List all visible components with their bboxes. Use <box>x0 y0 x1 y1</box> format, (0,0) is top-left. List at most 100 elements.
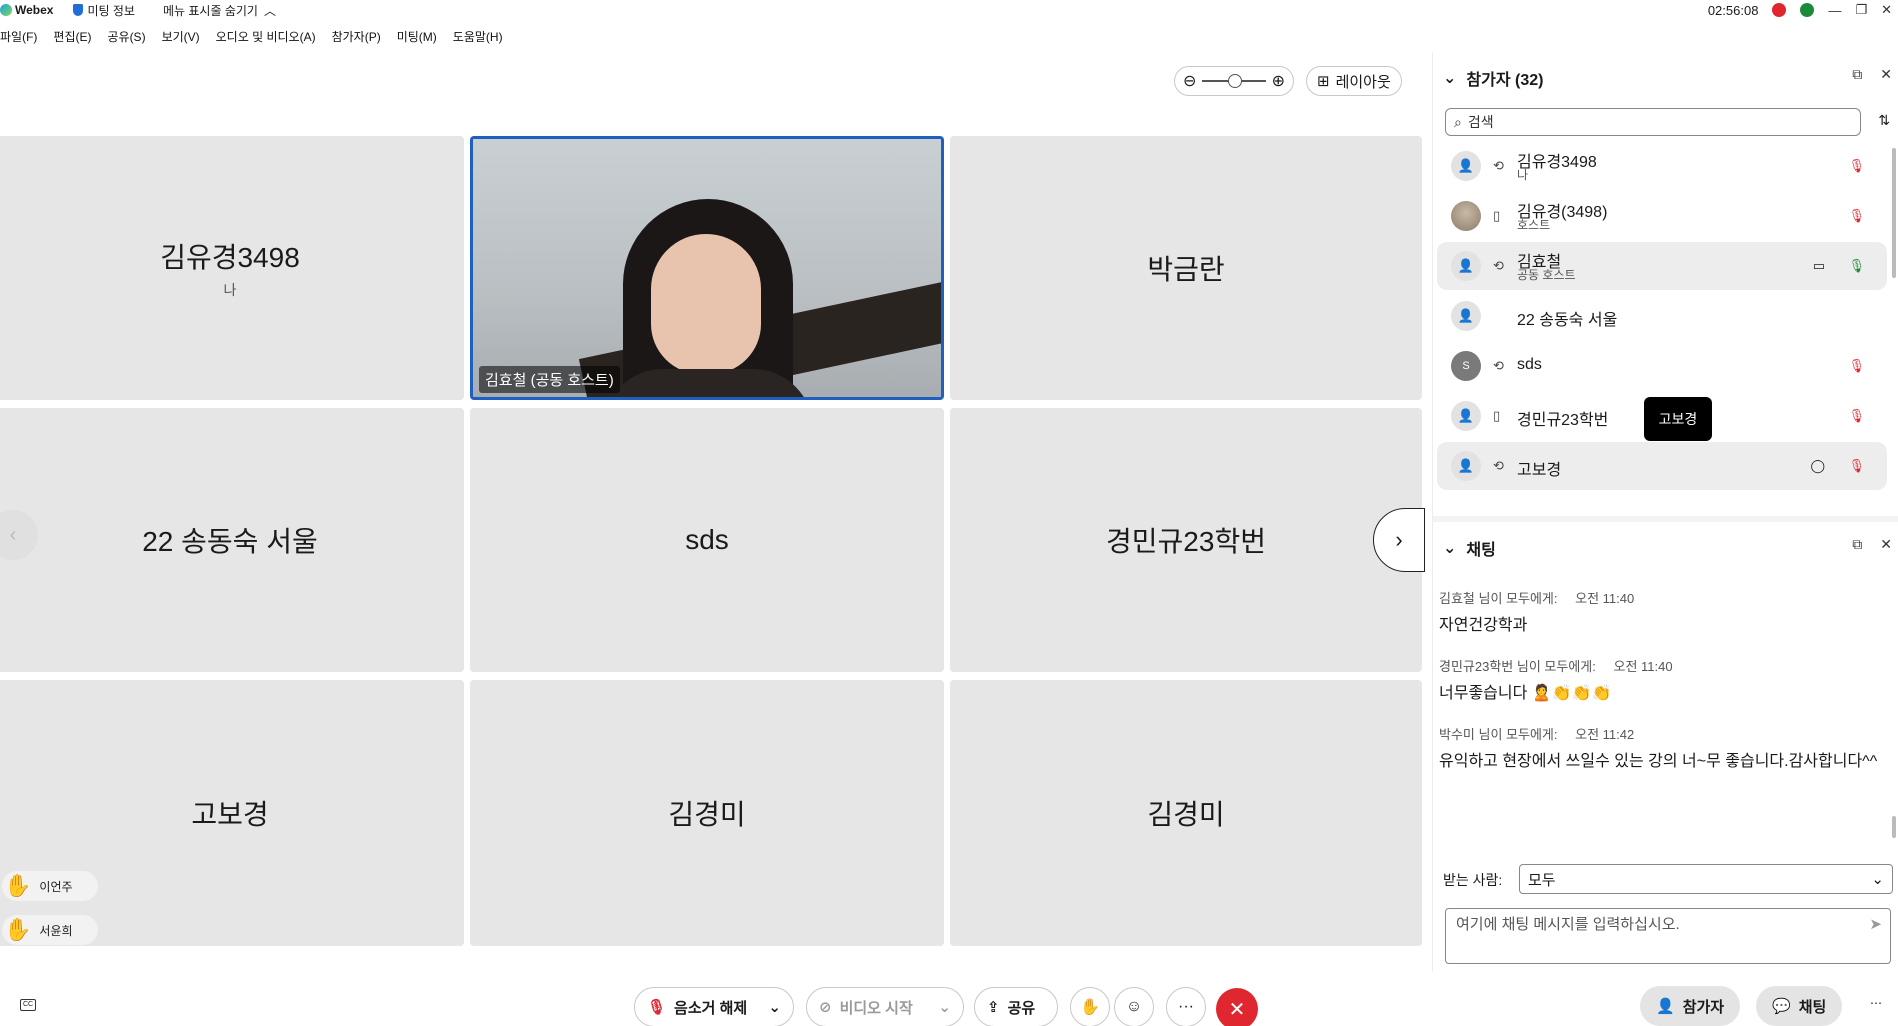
mic-muted-icon[interactable]: 🎙 <box>1848 458 1865 474</box>
avatar: 👤 <box>1451 251 1481 281</box>
close-window-icon[interactable]: ✕ <box>1881 2 1892 18</box>
unmute-button[interactable]: 🎙 음소거 해제 ⌄ <box>634 987 794 1026</box>
leave-meeting-button[interactable]: ✕ <box>1216 988 1258 1026</box>
reactions-button[interactable]: ☺ <box>1114 987 1154 1026</box>
meeting-info-button[interactable]: 미팅 정보 <box>73 2 135 19</box>
mic-muted-icon[interactable]: 🎙 <box>1848 208 1865 224</box>
participant-row[interactable]: 👤 ⟲ 김효철 공동 호스트 ▭ 🎙 <box>1437 242 1887 290</box>
recording-icon[interactable] <box>1772 3 1787 17</box>
participant-name: 22 송동숙 서울 <box>1517 312 1618 329</box>
zoom-in-icon[interactable]: ⊕ <box>1272 71 1285 91</box>
close-icon[interactable]: ✕ <box>1880 66 1892 83</box>
participant-name: sds <box>1517 356 1542 373</box>
raised-hand-badge: ✋ 서윤희 <box>2 915 98 945</box>
chevron-right-icon: › <box>1395 527 1403 552</box>
layout-button[interactable]: ⊞ 레이아웃 <box>1306 66 1402 96</box>
side-panel: ⌄ 참가자 (32) ⧉ ✕ ⌕ 검색 ⇅ 👤 ⟲ 김유경3498 나 🎙 ▯ … <box>1432 52 1898 972</box>
video-camera-icon[interactable]: ▭ <box>1813 258 1825 274</box>
participants-header[interactable]: ⌄ 참가자 (32) <box>1443 66 1543 90</box>
mic-muted-icon[interactable]: 🎙 <box>1848 408 1865 424</box>
start-video-button[interactable]: ⊘ 비디오 시작 ⌄ <box>806 987 964 1026</box>
participant-row[interactable]: 👤 ⟲ 김유경3498 나 🎙 <box>1437 142 1887 190</box>
video-tile[interactable]: 22 송동숙 서울 <box>0 408 464 672</box>
webex-logo: Webex <box>0 3 53 17</box>
chevron-down-icon[interactable]: ⌄ <box>1443 538 1456 558</box>
restore-icon[interactable]: ❐ <box>1855 2 1867 18</box>
chevron-left-icon: ‹ <box>9 523 17 546</box>
zoom-slider-knob[interactable] <box>1227 74 1242 88</box>
smiley-icon: ☺ <box>1125 998 1143 1015</box>
avatar <box>1451 201 1481 231</box>
raise-hand-button[interactable]: ✋ <box>1070 987 1110 1026</box>
start-video-label: 비디오 시작 <box>839 999 913 1017</box>
menu-audio-video[interactable]: 오디오 및 비디오(A) <box>216 28 316 45</box>
sort-icon[interactable]: ⇅ <box>1878 112 1890 129</box>
chat-toggle-button[interactable]: 💬 채팅 <box>1756 986 1843 1026</box>
participants-toggle-button[interactable]: 👤 참가자 <box>1640 986 1741 1026</box>
panel-divider <box>1433 516 1898 522</box>
send-icon[interactable]: ➤ <box>1869 915 1882 933</box>
menu-view[interactable]: 보기(V) <box>162 28 200 45</box>
chat-title: 채팅 <box>1466 542 1496 559</box>
chat-header[interactable]: ⌄ 채팅 <box>1443 536 1496 560</box>
chevron-down-icon[interactable]: ⌄ <box>938 998 951 1016</box>
closed-caption-icon[interactable]: CC <box>20 999 36 1011</box>
video-tile[interactable]: 고보경 <box>0 680 464 946</box>
meeting-timer: 02:56:08 <box>1707 2 1759 18</box>
chevron-down-icon[interactable]: ⌄ <box>768 998 781 1016</box>
chat-message-input[interactable]: 여기에 채팅 메시지를 입력하십시오. ➤ <box>1445 908 1891 964</box>
participant-row[interactable]: ▯ 김유경(3498) 호스트 🎙 <box>1437 192 1887 240</box>
avatar: S <box>1451 351 1481 381</box>
participants-scrollbar[interactable] <box>1892 148 1896 278</box>
chat-text: 너무좋습니다 🙎👏👏👏 <box>1439 685 1612 702</box>
menu-share[interactable]: 공유(S) <box>107 28 145 45</box>
search-icon: ⌕ <box>1454 113 1462 130</box>
menu-help[interactable]: 도움말(H) <box>453 28 503 45</box>
control-bar: CC 🎙 음소거 해제 ⌄ ⊘ 비디오 시작 ⌄ ⇪ 공유 ✋ ☺ ··· ✕ … <box>0 980 1898 1026</box>
chat-text: 자연건강학과 <box>1439 617 1528 634</box>
video-tile[interactable]: 김경미 <box>950 680 1422 946</box>
network-signal-icon[interactable] <box>1800 3 1815 17</box>
video-tile[interactable]: sds <box>470 408 944 672</box>
recipient-select[interactable]: 모두 ⌄ <box>1519 864 1893 894</box>
video-tile[interactable]: 박금란 <box>950 136 1422 400</box>
participant-row[interactable]: 👤 ⟲ 고보경 ◯ 🎙 <box>1437 442 1887 490</box>
popout-icon[interactable]: ⧉ <box>1852 66 1862 83</box>
zoom-out-icon[interactable]: ⊖ <box>1183 71 1196 91</box>
participant-search-input[interactable]: ⌕ 검색 <box>1445 108 1861 136</box>
share-button[interactable]: ⇪ 공유 <box>974 987 1058 1026</box>
chat-time: 오전 11:40 <box>1575 591 1635 606</box>
hide-menu-button[interactable]: 메뉴 표시줄 숨기기 ︿ <box>163 2 276 19</box>
more-icon[interactable]: ⋯ <box>1870 996 1882 1010</box>
menu-meeting[interactable]: 미팅(M) <box>397 28 437 45</box>
chat-scrollbar[interactable] <box>1892 816 1896 838</box>
menu-file[interactable]: 파일(F) <box>0 28 37 45</box>
unmute-label: 음소거 해제 <box>674 999 748 1017</box>
zoom-control[interactable]: ⊖ ⊕ <box>1174 66 1294 96</box>
video-tile[interactable]: 김유경3498 나 <box>0 136 464 400</box>
chat-bubble-icon[interactable]: ◯ <box>1810 458 1825 474</box>
mic-on-icon[interactable]: 🎙 <box>1848 258 1865 274</box>
video-tile[interactable]: 김경미 <box>470 680 944 946</box>
minimize-icon[interactable]: — <box>1828 3 1841 18</box>
zoom-slider[interactable] <box>1202 74 1266 88</box>
active-speaker-tile[interactable]: 김효철 (공동 호스트) <box>470 136 944 400</box>
menu-participants[interactable]: 참가자(P) <box>332 28 381 45</box>
more-options-button[interactable]: ··· <box>1166 987 1206 1026</box>
raised-hand-badge: ✋ 이언주 <box>2 871 98 901</box>
tile-sub: 나 <box>223 282 237 298</box>
participants-title: 참가자 (32) <box>1466 72 1544 89</box>
popout-icon[interactable]: ⧉ <box>1852 536 1862 553</box>
chevron-down-icon[interactable]: ⌄ <box>1443 68 1456 88</box>
raised-hand-name: 서윤희 <box>39 923 73 938</box>
mic-muted-icon[interactable]: 🎙 <box>1848 158 1865 174</box>
close-icon[interactable]: ✕ <box>1880 536 1892 553</box>
video-tile[interactable]: 경민규23학번 <box>950 408 1422 672</box>
mic-muted-icon[interactable]: 🎙 <box>1848 358 1865 374</box>
menu-edit[interactable]: 편집(E) <box>53 28 91 45</box>
computer-audio-icon: ⟲ <box>1493 358 1504 373</box>
participant-name: 김유경3498 <box>1517 154 1597 171</box>
participant-row[interactable]: S ⟲ sds 🎙 <box>1437 342 1887 390</box>
participant-row[interactable]: 👤 22 송동숙 서울 <box>1437 292 1887 340</box>
participant-role: 호스트 <box>1517 218 1551 232</box>
